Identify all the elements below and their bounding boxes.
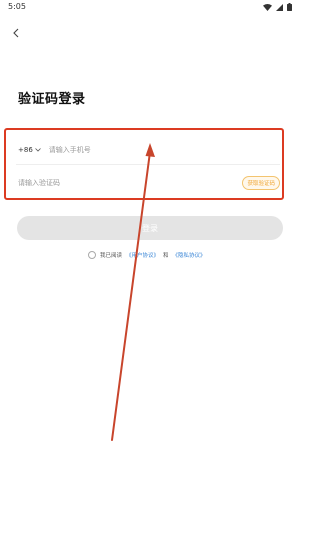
chevron-down-icon — [34, 148, 41, 152]
agreement-connector: 和 — [163, 253, 169, 259]
country-code-selector[interactable]: +86 — [18, 146, 41, 154]
verification-code-input[interactable] — [18, 179, 198, 187]
code-row: 获取验证码 — [18, 173, 280, 193]
annotation-arrow — [111, 143, 155, 441]
phone-row: +86 — [18, 140, 280, 160]
agreement-row: 我已阅读 《用户协议》 和 《隐私协议》 — [88, 251, 206, 259]
privacy-policy-link[interactable]: 《隐私协议》 — [173, 251, 206, 259]
divider — [16, 164, 280, 165]
phone-input[interactable] — [48, 146, 239, 154]
agree-checkbox[interactable] — [88, 251, 96, 259]
cellular-signal-icon — [276, 3, 283, 11]
login-button[interactable]: 登录 — [17, 216, 283, 240]
page-title: 验证码登录 — [18, 92, 86, 107]
battery-icon — [287, 3, 292, 11]
get-code-button[interactable]: 获取验证码 — [242, 176, 280, 190]
status-bar: 5:05 — [0, 0, 300, 14]
country-code-label: +86 — [18, 146, 33, 154]
chevron-left-icon — [12, 23, 20, 42]
status-time: 5:05 — [8, 2, 26, 11]
agreement-prefix: 我已阅读 — [100, 253, 123, 259]
status-icons — [263, 3, 292, 11]
back-button[interactable] — [8, 24, 24, 40]
wifi-icon — [263, 3, 272, 11]
user-agreement-link[interactable]: 《用户协议》 — [126, 251, 159, 259]
login-form: +86 获取验证码 — [4, 128, 284, 200]
